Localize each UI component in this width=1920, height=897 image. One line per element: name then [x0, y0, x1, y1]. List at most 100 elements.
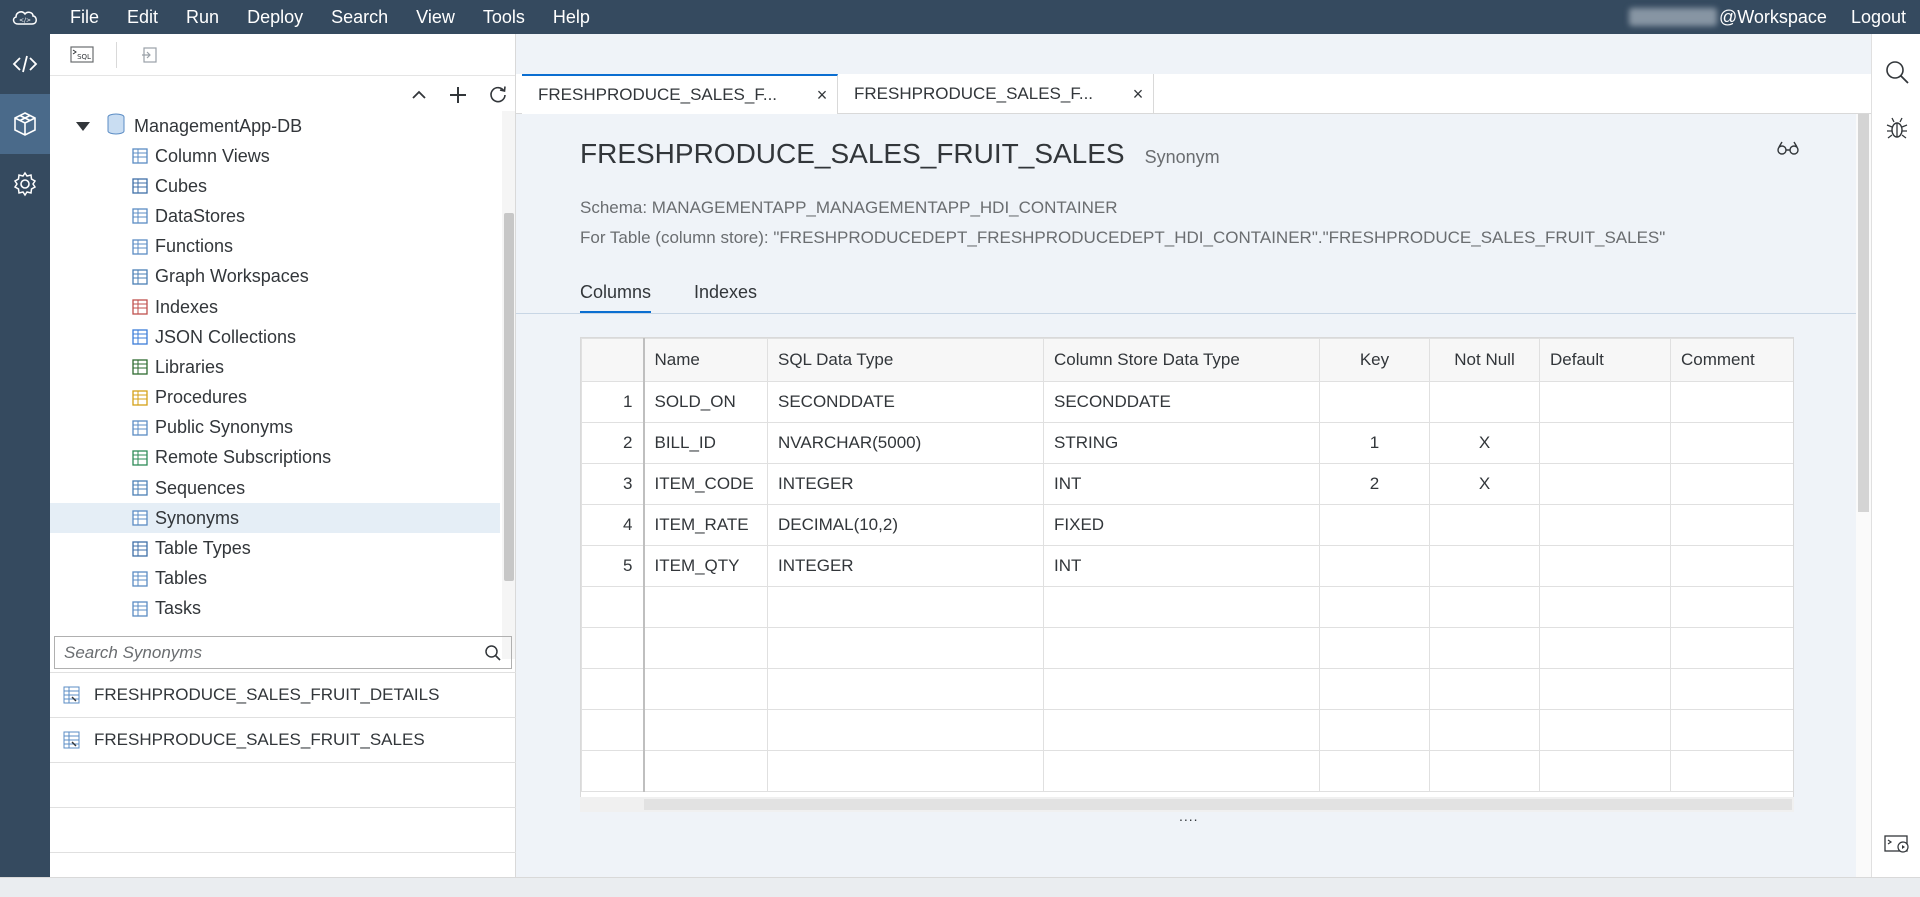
table-cell[interactable]: X	[1429, 422, 1540, 464]
header-column-store-type[interactable]: Column Store Data Type	[1043, 338, 1320, 382]
header-default[interactable]: Default	[1539, 338, 1671, 382]
table-cell[interactable]	[1670, 463, 1793, 505]
table-cell[interactable]	[1670, 381, 1793, 423]
table-cell[interactable]: BILL_ID	[643, 422, 768, 464]
menu-deploy[interactable]: Deploy	[233, 0, 317, 34]
tree-item[interactable]: Tasks	[50, 594, 500, 624]
expand-caret-icon[interactable]	[76, 121, 90, 131]
tree-root-database[interactable]: ManagementApp-DB	[50, 111, 500, 141]
collapse-all-icon[interactable]	[409, 85, 429, 110]
table-cell[interactable]	[1319, 504, 1430, 546]
tab-indexes[interactable]: Indexes	[694, 282, 757, 311]
menu-file[interactable]: File	[50, 0, 113, 34]
table-cell[interactable]: 1	[581, 381, 645, 423]
tree-item[interactable]: JSON Collections	[50, 322, 500, 352]
header-key[interactable]: Key	[1319, 338, 1430, 382]
table-cell[interactable]: X	[1429, 463, 1540, 505]
table-cell[interactable]: ITEM_QTY	[643, 545, 768, 587]
settings-gear-icon[interactable]	[0, 154, 50, 214]
table-cell[interactable]	[1539, 463, 1671, 505]
tree-scrollbar-thumb[interactable]	[504, 213, 514, 581]
table-row[interactable]: 4 ITEM_RATE DECIMAL(10,2) FIXED	[581, 504, 1793, 546]
table-cell[interactable]	[1429, 545, 1540, 587]
tree-item[interactable]: Tables	[50, 564, 500, 594]
table-cell[interactable]	[1670, 545, 1793, 587]
tree-item[interactable]: Procedures	[50, 383, 500, 413]
table-cell[interactable]	[1319, 545, 1430, 587]
development-icon[interactable]	[0, 34, 50, 94]
header-name[interactable]: Name	[643, 338, 768, 382]
close-icon[interactable]: ×	[1123, 84, 1153, 105]
open-sql-console-icon[interactable]: SQL	[68, 42, 98, 68]
table-cell[interactable]: INT	[1043, 545, 1320, 587]
table-cell[interactable]: 1	[1319, 422, 1430, 464]
table-cell[interactable]: INTEGER	[767, 463, 1044, 505]
table-cell[interactable]	[1429, 381, 1540, 423]
table-cell[interactable]: 2	[1319, 463, 1430, 505]
table-cell[interactable]	[1319, 381, 1430, 423]
table-row[interactable]: 2 BILL_ID NVARCHAR(5000) STRING 1 X	[581, 422, 1793, 464]
editor-vscrollbar[interactable]	[1856, 114, 1871, 877]
list-item[interactable]: FRESHPRODUCE_SALES_FRUIT_SALES	[50, 718, 516, 763]
tree-item[interactable]: Graph Workspaces	[50, 262, 500, 292]
table-cell[interactable]: SECONDDATE	[1043, 381, 1320, 423]
editor-tab-active[interactable]: FRESHPRODUCE_SALES_F... ×	[522, 74, 838, 114]
table-cell[interactable]	[1539, 504, 1671, 546]
logout-link[interactable]: Logout	[1851, 7, 1920, 28]
tree-item[interactable]: DataStores	[50, 201, 500, 231]
table-hscrollbar-thumb[interactable]	[644, 799, 1792, 810]
table-cell[interactable]: FIXED	[1043, 504, 1320, 546]
import-icon[interactable]	[135, 42, 165, 68]
tab-columns[interactable]: Columns	[580, 282, 652, 313]
table-cell[interactable]: 4	[581, 504, 645, 546]
table-row[interactable]: 3 ITEM_CODE INTEGER INT 2 X	[581, 463, 1793, 505]
search-icon[interactable]	[475, 644, 511, 662]
add-database-icon[interactable]	[447, 84, 469, 111]
table-cell[interactable]: NVARCHAR(5000)	[767, 422, 1044, 464]
tree-item[interactable]: Public Synonyms	[50, 413, 500, 443]
synonym-search-field[interactable]	[54, 636, 512, 669]
menu-view[interactable]: View	[402, 0, 469, 34]
run-console-icon[interactable]	[1872, 816, 1920, 872]
table-cell[interactable]: 2	[581, 422, 645, 464]
pane-splitter-handle[interactable]: ....	[1179, 808, 1199, 824]
table-cell[interactable]	[1670, 504, 1793, 546]
list-item[interactable]: FRESHPRODUCE_SALES_FRUIT_DETAILS	[50, 673, 516, 718]
tree-item[interactable]: Indexes	[50, 292, 500, 322]
user-workspace[interactable]: @Workspace	[1628, 7, 1851, 28]
table-cell[interactable]: 3	[581, 463, 645, 505]
menu-search[interactable]: Search	[317, 0, 402, 34]
search-input[interactable]	[64, 642, 475, 663]
header-sql-type[interactable]: SQL Data Type	[767, 338, 1044, 382]
table-cell[interactable]: DECIMAL(10,2)	[767, 504, 1044, 546]
editor-tab[interactable]: FRESHPRODUCE_SALES_F... ×	[838, 74, 1154, 114]
database-explorer-icon[interactable]	[0, 94, 50, 154]
table-cell[interactable]	[1539, 545, 1671, 587]
table-cell[interactable]: ITEM_RATE	[643, 504, 768, 546]
editor-vscrollbar-thumb[interactable]	[1858, 114, 1869, 512]
table-cell[interactable]	[1429, 504, 1540, 546]
refresh-icon[interactable]	[487, 84, 509, 111]
menu-run[interactable]: Run	[172, 0, 233, 34]
tree-item[interactable]: Libraries	[50, 352, 500, 382]
glasses-icon[interactable]	[1776, 140, 1800, 161]
table-cell[interactable]: INT	[1043, 463, 1320, 505]
tree-scrollbar[interactable]	[502, 111, 515, 659]
tree-item[interactable]: Cubes	[50, 171, 500, 201]
table-cell[interactable]: SOLD_ON	[643, 381, 768, 423]
table-row[interactable]: 5 ITEM_QTY INTEGER INT	[581, 545, 1793, 587]
table-row[interactable]: 1 SOLD_ON SECONDDATE SECONDDATE	[581, 381, 1793, 423]
table-cell[interactable]: INTEGER	[767, 545, 1044, 587]
table-cell[interactable]	[1539, 422, 1671, 464]
debugger-bug-icon[interactable]	[1872, 100, 1920, 156]
header-not-null[interactable]: Not Null	[1429, 338, 1540, 382]
menu-help[interactable]: Help	[539, 0, 604, 34]
table-cell[interactable]: ITEM_CODE	[643, 463, 768, 505]
table-cell[interactable]: 5	[581, 545, 645, 587]
close-icon[interactable]: ×	[807, 85, 837, 106]
tree-item[interactable]: Functions	[50, 232, 500, 262]
table-cell[interactable]	[1670, 422, 1793, 464]
tree-item[interactable]: Table Types	[50, 533, 500, 563]
table-cell[interactable]: STRING	[1043, 422, 1320, 464]
menu-tools[interactable]: Tools	[469, 0, 539, 34]
